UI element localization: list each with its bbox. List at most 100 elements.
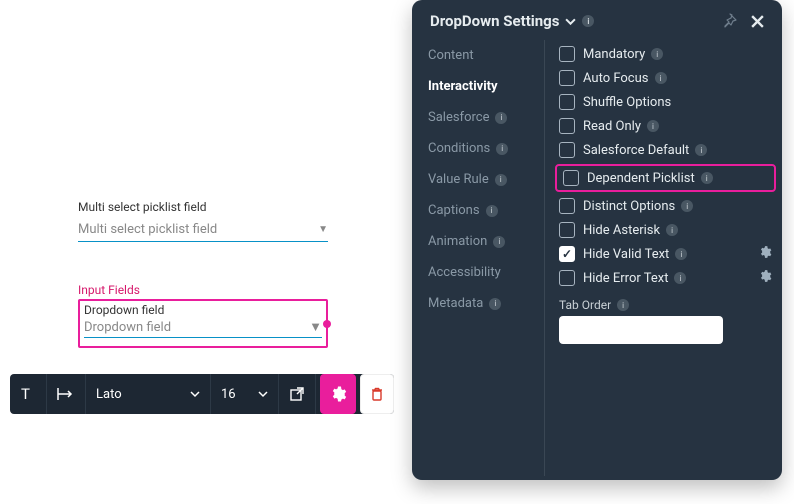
chevron-down-icon bbox=[565, 16, 576, 27]
tab-metadata[interactable]: Metadata i bbox=[428, 296, 544, 311]
checkbox[interactable] bbox=[559, 198, 575, 214]
checkbox[interactable] bbox=[559, 46, 575, 62]
setting-auto-focus[interactable]: Auto Focusi bbox=[559, 70, 772, 86]
setting-dependent-picklist[interactable]: Dependent Picklist i bbox=[555, 164, 776, 192]
resize-handle[interactable] bbox=[323, 320, 331, 328]
setting-tab-order: Tab Order i bbox=[559, 298, 772, 344]
checkbox[interactable] bbox=[563, 170, 579, 186]
text-tool[interactable]: T bbox=[10, 374, 47, 414]
tab-interactivity-label: Interactivity bbox=[428, 79, 498, 94]
caret-down-icon: ▼ bbox=[309, 319, 322, 335]
input-fields-heading: Input Fields bbox=[78, 283, 328, 297]
font-family-select[interactable]: Lato bbox=[86, 374, 211, 414]
info-icon[interactable]: i bbox=[582, 15, 594, 27]
setting-hide-valid-text-label: Hide Valid Text bbox=[583, 247, 669, 262]
panel-title-text: DropDown Settings bbox=[430, 12, 559, 30]
open-external-tool[interactable] bbox=[279, 374, 316, 414]
info-icon[interactable]: i bbox=[701, 172, 713, 184]
setting-mandatory[interactable]: Mandatoryi bbox=[559, 46, 772, 62]
row-settings-button[interactable] bbox=[758, 269, 772, 287]
element-toolbar: T Lato 16 bbox=[10, 374, 394, 414]
info-icon[interactable]: i bbox=[695, 144, 707, 156]
open-external-icon bbox=[289, 386, 305, 402]
checkbox[interactable] bbox=[559, 222, 575, 238]
selected-dropdown-element[interactable]: Dropdown field Dropdown field ▼ bbox=[78, 299, 328, 348]
tab-metadata-label: Metadata bbox=[428, 296, 483, 311]
info-icon[interactable]: i bbox=[666, 224, 678, 236]
checkbox[interactable] bbox=[559, 94, 575, 110]
delete-button[interactable] bbox=[360, 374, 394, 414]
svg-text:T: T bbox=[21, 386, 30, 402]
tab-order-input[interactable] bbox=[559, 316, 723, 344]
info-icon[interactable]: i bbox=[655, 72, 667, 84]
dropdown-element-label: Dropdown field bbox=[84, 303, 322, 317]
tab-captions[interactable]: Captions i bbox=[428, 203, 544, 218]
checkbox[interactable] bbox=[559, 118, 575, 134]
tab-salesforce-label: Salesforce bbox=[428, 110, 489, 125]
settings-panel: DropDown Settings i Content Interactivit… bbox=[412, 0, 782, 480]
trash-icon bbox=[369, 386, 385, 402]
gear-icon bbox=[758, 245, 772, 259]
setting-distinct-options[interactable]: Distinct Options i bbox=[559, 198, 772, 214]
checkbox[interactable] bbox=[559, 70, 575, 86]
setting-read-only-label: Read Only bbox=[583, 119, 641, 134]
setting-hide-valid-text[interactable]: Hide Valid Text i bbox=[559, 246, 772, 262]
setting-distinct-options-label: Distinct Options bbox=[583, 199, 675, 214]
tab-captions-label: Captions bbox=[428, 203, 480, 218]
interactivity-settings: Mandatoryi Auto Focusi Shuffle Options R… bbox=[544, 40, 782, 476]
info-icon[interactable]: i bbox=[486, 205, 498, 217]
tab-conditions-label: Conditions bbox=[428, 141, 490, 156]
close-button[interactable] bbox=[746, 10, 768, 32]
panel-side-tabs: Content Interactivity Salesforce i Condit… bbox=[412, 40, 544, 476]
info-icon[interactable]: i bbox=[651, 48, 663, 60]
tab-value-rule[interactable]: Value Rulei bbox=[428, 172, 544, 187]
settings-button[interactable] bbox=[320, 374, 356, 414]
info-icon[interactable]: i bbox=[617, 299, 629, 311]
row-settings-button[interactable] bbox=[758, 245, 772, 263]
checkbox[interactable] bbox=[559, 270, 575, 286]
tab-animation[interactable]: Animation i bbox=[428, 234, 544, 249]
gear-icon bbox=[758, 269, 772, 283]
dropdown-placeholder: Dropdown field bbox=[84, 320, 171, 335]
input-fields-container: Input Fields Dropdown field Dropdown fie… bbox=[78, 283, 328, 348]
checkbox[interactable] bbox=[559, 142, 575, 158]
tab-content-label: Content bbox=[428, 48, 474, 63]
panel-title[interactable]: DropDown Settings i bbox=[430, 12, 594, 30]
caret-down-icon: ▼ bbox=[318, 224, 328, 235]
tab-order-label: Tab Order bbox=[559, 298, 611, 312]
font-family-value: Lato bbox=[96, 387, 122, 402]
setting-read-only[interactable]: Read Only i bbox=[559, 118, 772, 134]
tab-animation-label: Animation bbox=[428, 234, 487, 249]
tab-salesforce[interactable]: Salesforce i bbox=[428, 110, 544, 125]
setting-hide-error-text[interactable]: Hide Error Texti bbox=[559, 270, 772, 286]
info-icon[interactable]: i bbox=[681, 200, 693, 212]
text-icon: T bbox=[20, 386, 36, 402]
info-icon[interactable]: i bbox=[495, 112, 507, 124]
tab-interactivity[interactable]: Interactivity bbox=[428, 79, 544, 94]
spacing-tool[interactable] bbox=[47, 374, 86, 414]
chevron-down-icon bbox=[258, 389, 268, 399]
setting-dependent-picklist-label: Dependent Picklist bbox=[587, 171, 695, 186]
dropdown-element-body[interactable]: Dropdown field ▼ bbox=[84, 317, 322, 338]
info-icon[interactable]: i bbox=[489, 298, 501, 310]
multi-select-field[interactable]: Multi select picklist field Multi select… bbox=[78, 200, 328, 242]
info-icon[interactable]: i bbox=[647, 120, 659, 132]
font-size-select[interactable]: 16 bbox=[211, 374, 279, 414]
checkbox-checked[interactable] bbox=[559, 246, 575, 262]
gear-icon bbox=[329, 385, 347, 403]
info-icon[interactable]: i bbox=[495, 174, 507, 186]
info-icon[interactable]: i bbox=[493, 236, 505, 248]
tab-content[interactable]: Content bbox=[428, 48, 544, 63]
info-icon[interactable]: i bbox=[675, 248, 687, 260]
close-icon bbox=[750, 14, 765, 29]
multi-select-input[interactable]: Multi select picklist field ▼ bbox=[78, 218, 328, 242]
tab-conditions[interactable]: Conditions i bbox=[428, 141, 544, 156]
setting-shuffle-options[interactable]: Shuffle Options bbox=[559, 94, 772, 110]
info-icon[interactable]: i bbox=[674, 272, 686, 284]
setting-salesforce-default[interactable]: Salesforce Defaulti bbox=[559, 142, 772, 158]
setting-hide-asterisk[interactable]: Hide Asteriski bbox=[559, 222, 772, 238]
pin-button[interactable] bbox=[718, 10, 740, 32]
info-icon[interactable]: i bbox=[496, 143, 508, 155]
tab-accessibility[interactable]: Accessibility bbox=[428, 265, 544, 280]
form-canvas: Multi select picklist field Multi select… bbox=[0, 0, 410, 504]
